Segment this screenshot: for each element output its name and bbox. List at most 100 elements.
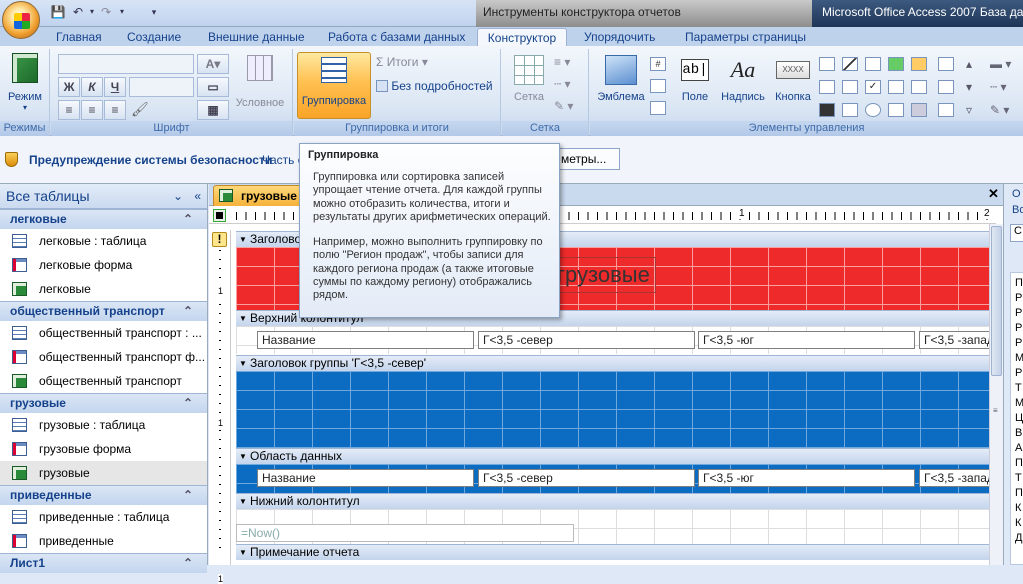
redo-dropdown-icon[interactable]: ▾: [114, 4, 130, 20]
gallery-scroll-down-icon[interactable]: ▾: [966, 80, 972, 94]
chart-icon[interactable]: [865, 57, 881, 71]
property-row[interactable]: П: [1015, 277, 1023, 289]
fill-color-button[interactable]: ▭: [197, 77, 229, 97]
customize-qat-icon[interactable]: ▾: [146, 4, 162, 20]
property-row[interactable]: Д: [1015, 532, 1022, 544]
property-row[interactable]: Р: [1015, 367, 1022, 379]
list-item[interactable]: легковые : таблица: [0, 229, 207, 253]
line-thickness-icon[interactable]: ≡ ▾: [554, 55, 570, 69]
align-right-button[interactable]: ≡: [104, 100, 126, 120]
close-icon[interactable]: ✕: [988, 186, 999, 202]
section-group-header[interactable]: Заголовок группы 'Г<3,5 -север': [236, 355, 996, 371]
property-object-combo[interactable]: С: [1010, 224, 1023, 242]
nav-group-header[interactable]: приведенные ⌃: [0, 485, 207, 505]
tab-page-setup[interactable]: Параметры страницы: [679, 28, 812, 47]
page-break-icon[interactable]: [888, 103, 904, 117]
column-header-label[interactable]: Название: [257, 331, 474, 349]
nav-group-header[interactable]: общественный транспорт ⌃: [0, 301, 207, 321]
tab-database-tools[interactable]: Работа с базами данных: [322, 28, 471, 47]
list-item[interactable]: грузовые форма: [0, 437, 207, 461]
warning-icon[interactable]: !: [212, 232, 227, 247]
view-button[interactable]: Режим ▾: [4, 53, 46, 112]
office-button[interactable]: [2, 1, 40, 39]
property-row[interactable]: В: [1015, 427, 1022, 439]
line-color-icon[interactable]: ✎ ▾: [554, 99, 573, 113]
vertical-scrollbar[interactable]: ≡: [989, 224, 1003, 565]
property-row[interactable]: М: [1015, 352, 1023, 364]
page-number-icon[interactable]: #: [650, 57, 666, 71]
property-row[interactable]: К: [1015, 517, 1021, 529]
hide-details-button[interactable]: Без подробностей: [376, 79, 493, 93]
label-button[interactable]: Aa Надпись: [717, 53, 769, 113]
combo-box-icon[interactable]: [819, 103, 835, 117]
align-left-button[interactable]: ≡: [58, 100, 80, 120]
section-report-footer[interactable]: Примечание отчета: [236, 544, 996, 560]
gallery-more-icon[interactable]: ▿: [966, 103, 972, 117]
line-thickness-control-icon[interactable]: ▬ ▾: [990, 57, 1011, 71]
nav-group-header[interactable]: легковые ⌃: [0, 209, 207, 229]
property-row[interactable]: Р: [1015, 292, 1022, 304]
command-button[interactable]: XXXX Кнопка: [771, 53, 815, 113]
property-row[interactable]: Т: [1015, 382, 1022, 394]
italic-button[interactable]: К: [81, 77, 103, 97]
collapse-pane-icon[interactable]: «: [194, 184, 201, 208]
chevron-down-icon[interactable]: ⌄: [173, 184, 183, 208]
data-field[interactable]: Г<3,5 -запад: [919, 469, 996, 487]
tab-arrange[interactable]: Упорядочить: [578, 28, 661, 47]
activex-icon[interactable]: [938, 103, 954, 117]
nav-pane-header[interactable]: Все таблицы ⌄ «: [0, 184, 207, 209]
column-header-label[interactable]: Г<3,5 -север: [478, 331, 695, 349]
list-item[interactable]: приведенные : таблица: [0, 505, 207, 529]
conditional-format-button[interactable]: Условное: [231, 53, 289, 109]
hyperlink-icon[interactable]: [938, 80, 954, 94]
underline-button[interactable]: Ч: [104, 77, 126, 97]
list-item[interactable]: легковые: [0, 277, 207, 301]
data-field[interactable]: Г<3,5 -юг: [698, 469, 915, 487]
gallery-scroll-up-icon[interactable]: ▴: [966, 57, 972, 71]
option-button-icon[interactable]: [865, 103, 881, 117]
section-page-footer[interactable]: Нижний колонтитул: [236, 493, 996, 509]
field-button[interactable]: ab| Поле: [676, 53, 714, 113]
font-size-combo[interactable]: [129, 77, 194, 97]
save-icon[interactable]: 💾: [50, 4, 66, 20]
line-color-control-icon[interactable]: ✎ ▾: [990, 103, 1009, 117]
property-row[interactable]: Ц: [1015, 412, 1023, 424]
footer-date-field[interactable]: =Now(): [236, 524, 574, 542]
nav-group-header[interactable]: Лист1 ⌃: [0, 553, 207, 573]
report-selector-icon[interactable]: [213, 209, 226, 222]
data-field[interactable]: Название: [257, 469, 474, 487]
list-item[interactable]: приведенные: [0, 529, 207, 553]
format-painter-icon[interactable]: 🖌: [131, 101, 149, 119]
toggle-icon[interactable]: [842, 103, 858, 117]
line-type-control-icon[interactable]: ┄ ▾: [990, 80, 1007, 94]
tab-control-icon[interactable]: [819, 57, 835, 71]
column-header-label[interactable]: Г<3,5 -запад: [919, 331, 996, 349]
list-item[interactable]: общественный транспорт: [0, 369, 207, 393]
list-item[interactable]: грузовые : таблица: [0, 413, 207, 437]
logo-button[interactable]: Эмблема: [594, 53, 648, 113]
tab-home[interactable]: Главная: [50, 28, 108, 47]
property-row[interactable]: Р: [1015, 322, 1022, 334]
grid-button[interactable]: Сетка: [507, 53, 551, 113]
list-item[interactable]: общественный транспорт ф...: [0, 345, 207, 369]
option-group-icon[interactable]: [938, 57, 954, 71]
redo-icon[interactable]: ↷: [98, 4, 114, 20]
totals-button[interactable]: Σ Итоги ▾: [376, 55, 428, 69]
scrollbar-thumb[interactable]: [991, 226, 1002, 376]
document-tab[interactable]: грузовые: [213, 185, 301, 206]
date-time-icon[interactable]: [650, 101, 666, 115]
property-row[interactable]: П: [1015, 487, 1023, 499]
nav-group-header[interactable]: грузовые ⌃: [0, 393, 207, 413]
property-row[interactable]: П: [1015, 457, 1023, 469]
section-detail[interactable]: Область данных: [236, 448, 996, 464]
property-row[interactable]: М: [1015, 397, 1023, 409]
property-row[interactable]: Т: [1015, 472, 1022, 484]
column-header-label[interactable]: Г<3,5 -юг: [698, 331, 915, 349]
checkbox-icon[interactable]: ✓: [865, 80, 881, 94]
gridlines-button[interactable]: ▦: [197, 100, 229, 120]
list-item[interactable]: легковые форма: [0, 253, 207, 277]
list-item-selected[interactable]: грузовые: [0, 461, 207, 485]
font-color-button[interactable]: A▾: [197, 54, 229, 74]
data-field[interactable]: Г<3,5 -север: [478, 469, 695, 487]
list-box-icon[interactable]: [819, 80, 835, 94]
